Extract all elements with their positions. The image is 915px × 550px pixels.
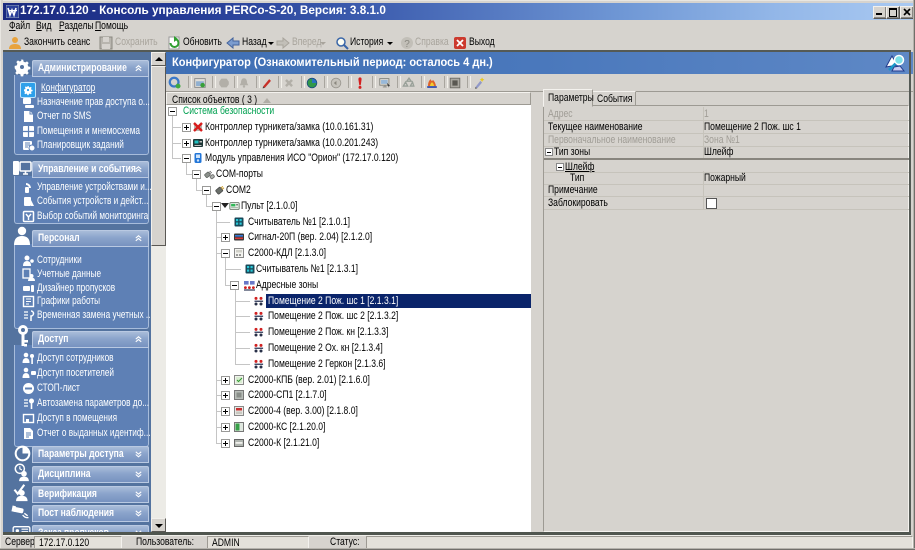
svg-text:?: ? (404, 39, 410, 50)
